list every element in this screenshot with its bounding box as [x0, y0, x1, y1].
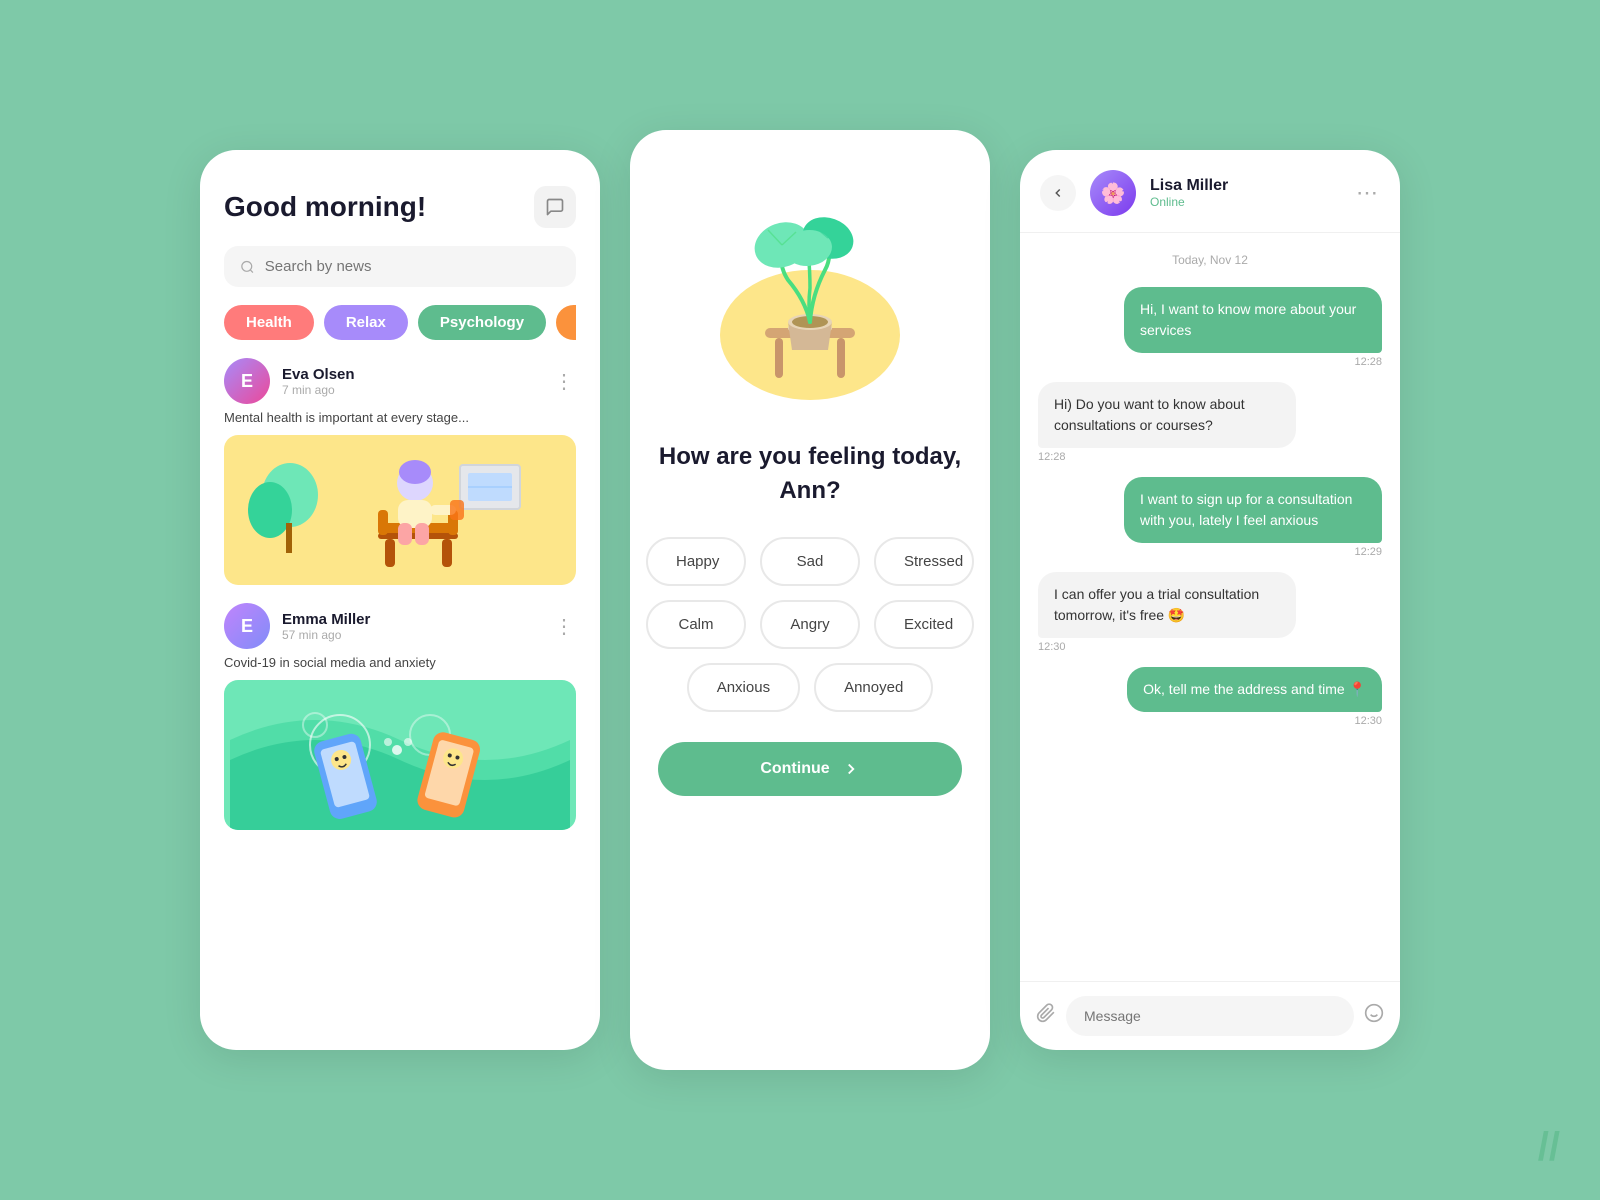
emoji-icon: [1364, 1003, 1384, 1023]
message-2: Hi) Do you want to know about consultati…: [1038, 382, 1296, 448]
message-3: I want to sign up for a consultation wit…: [1124, 477, 1382, 543]
message-5: Ok, tell me the address and time 📍: [1127, 667, 1382, 712]
search-bar[interactable]: [224, 246, 576, 287]
msg-wrapper-3: I want to sign up for a consultation wit…: [1038, 477, 1382, 558]
tag-health[interactable]: Health: [224, 305, 314, 340]
chat-contact-name: Lisa Miller: [1150, 177, 1228, 195]
search-input[interactable]: [265, 258, 560, 275]
chat-messages-area: Today, Nov 12 Hi, I want to know more ab…: [1020, 233, 1400, 981]
msg-time-5: 12:30: [1354, 715, 1382, 727]
mood-illustration: [700, 170, 920, 410]
back-icon: [1051, 186, 1065, 200]
tag-relax[interactable]: Relax: [324, 305, 408, 340]
chat-contact-info: Lisa Miller Online: [1150, 177, 1228, 209]
author-time-1: 7 min ago: [282, 383, 355, 397]
mood-anxious[interactable]: Anxious: [687, 663, 800, 712]
mood-stressed[interactable]: Stressed: [874, 537, 974, 586]
tag-other[interactable]: L: [556, 305, 576, 340]
paperclip-icon: [1036, 1003, 1056, 1023]
tags-row: Health Relax Psychology L: [224, 305, 576, 340]
chevron-right-icon: [842, 760, 860, 778]
message-1: Hi, I want to know more about your servi…: [1124, 287, 1382, 353]
phones-illustration: [230, 680, 570, 830]
chat-header: 🌸 Lisa Miller Online ⋯: [1020, 150, 1400, 233]
plant-svg: [700, 170, 920, 410]
attach-button[interactable]: [1036, 1003, 1056, 1029]
back-button[interactable]: [1040, 175, 1076, 211]
message-4: I can offer you a trial consultation tom…: [1038, 572, 1296, 638]
mood-excited[interactable]: Excited: [874, 600, 974, 649]
chat-input-bar: [1020, 981, 1400, 1050]
post-image-2: [224, 680, 576, 830]
msg-wrapper-5: Ok, tell me the address and time 📍 12:30: [1038, 667, 1382, 727]
avatar-2: E: [224, 603, 270, 649]
chair-illustration: [230, 435, 570, 585]
author-meta-1: Eva Olsen 7 min ago: [282, 366, 355, 397]
emoji-button[interactable]: [1364, 1003, 1384, 1029]
msg-time-3: 12:29: [1354, 546, 1382, 558]
tag-psychology[interactable]: Psychology: [418, 305, 546, 340]
post-text-1: Mental health is important at every stag…: [224, 410, 576, 425]
mood-sad[interactable]: Sad: [760, 537, 860, 586]
continue-button[interactable]: Continue: [658, 742, 962, 796]
msg-wrapper-1: Hi, I want to know more about your servi…: [1038, 287, 1382, 368]
watermark: //: [1538, 1125, 1560, 1170]
chat-date-label: Today, Nov 12: [1038, 253, 1382, 267]
mood-row-2: Calm Angry Excited: [658, 600, 962, 649]
post-image-1: [224, 435, 576, 585]
author-info-2: E Emma Miller 57 min ago: [224, 603, 370, 649]
message-input[interactable]: [1066, 996, 1354, 1036]
post-menu-1[interactable]: ⋮: [554, 369, 576, 394]
chat-card: 🌸 Lisa Miller Online ⋯ Today, Nov 12 Hi,…: [1020, 150, 1400, 1050]
author-time-2: 57 min ago: [282, 628, 370, 642]
mood-annoyed[interactable]: Annoyed: [814, 663, 933, 712]
continue-label: Continue: [760, 760, 829, 778]
chat-contact-status: Online: [1150, 195, 1228, 209]
author-row-1: E Eva Olsen 7 min ago ⋮: [224, 358, 576, 410]
news-post-2: E Emma Miller 57 min ago ⋮ Covid-19 in s…: [224, 603, 576, 830]
mood-check-card: How are you feeling today, Ann? Happy Sa…: [630, 130, 990, 1070]
mood-buttons-container: Happy Sad Stressed Calm Angry Excited An…: [658, 537, 962, 712]
mood-happy[interactable]: Happy: [646, 537, 746, 586]
chat-contact-avatar: 🌸: [1090, 170, 1136, 216]
news-post-1: E Eva Olsen 7 min ago ⋮ Mental health is…: [224, 358, 576, 585]
author-name-2: Emma Miller: [282, 611, 370, 628]
mood-angry[interactable]: Angry: [760, 600, 860, 649]
news-feed-card: Good morning! Health Relax Psychology L …: [200, 150, 600, 1050]
post-menu-2[interactable]: ⋮: [554, 614, 576, 639]
mood-row-3: Anxious Annoyed: [658, 663, 962, 712]
chat-more-button[interactable]: ⋯: [1356, 180, 1380, 206]
author-row-2: E Emma Miller 57 min ago ⋮: [224, 603, 576, 655]
author-meta-2: Emma Miller 57 min ago: [282, 611, 370, 642]
msg-time-4: 12:30: [1038, 641, 1066, 653]
mood-question: How are you feeling today, Ann?: [658, 440, 962, 507]
search-icon: [240, 259, 255, 275]
card1-header: Good morning!: [224, 186, 576, 228]
author-name-1: Eva Olsen: [282, 366, 355, 383]
mood-calm[interactable]: Calm: [646, 600, 746, 649]
msg-time-1: 12:28: [1354, 356, 1382, 368]
msg-wrapper-2: Hi) Do you want to know about consultati…: [1038, 382, 1382, 463]
mood-row-1: Happy Sad Stressed: [658, 537, 962, 586]
message-icon-button[interactable]: [534, 186, 576, 228]
author-info-1: E Eva Olsen 7 min ago: [224, 358, 355, 404]
msg-time-2: 12:28: [1038, 451, 1066, 463]
msg-wrapper-4: I can offer you a trial consultation tom…: [1038, 572, 1382, 653]
post-text-2: Covid-19 in social media and anxiety: [224, 655, 576, 670]
chat-icon: [545, 197, 565, 217]
avatar-1: E: [224, 358, 270, 404]
greeting-text: Good morning!: [224, 191, 426, 223]
